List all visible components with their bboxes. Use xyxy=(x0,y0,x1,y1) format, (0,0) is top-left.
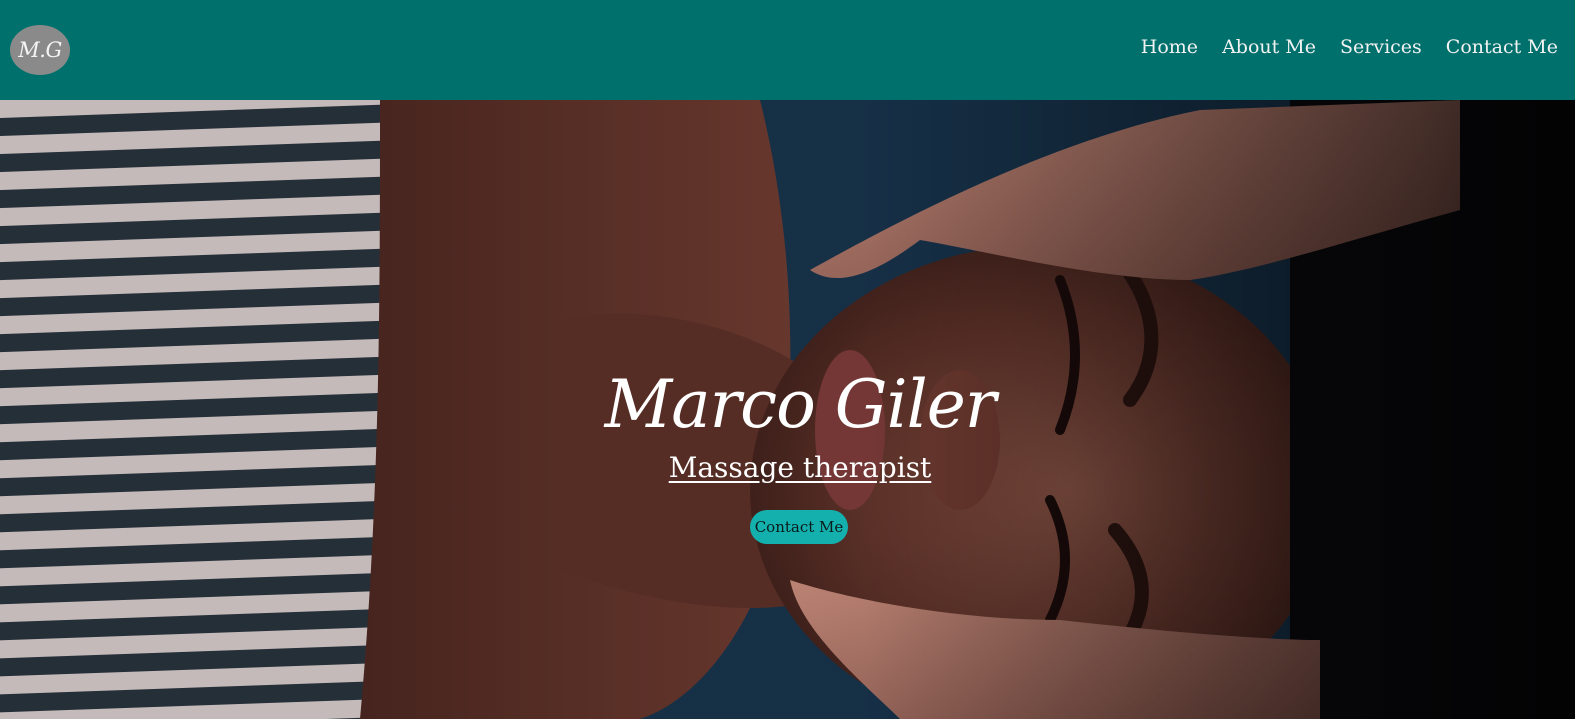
nav-about-link[interactable]: About Me xyxy=(1222,33,1316,61)
hero-section: Marco Giler Massage therapist Contact Me xyxy=(0,100,1575,719)
nav-services-link[interactable]: Services xyxy=(1340,33,1422,61)
contact-me-button[interactable]: Contact Me xyxy=(750,510,848,544)
nav-home-link[interactable]: Home xyxy=(1141,33,1198,61)
nav-contact-link[interactable]: Contact Me xyxy=(1446,33,1558,61)
site-header: M.G Home About Me Services Contact Me xyxy=(0,0,1575,100)
hero-subtitle: Massage therapist xyxy=(668,451,932,484)
main-nav: Home About Me Services Contact Me xyxy=(1141,33,1558,61)
logo[interactable]: M.G xyxy=(10,25,70,75)
hero-title: Marco Giler xyxy=(604,366,997,443)
